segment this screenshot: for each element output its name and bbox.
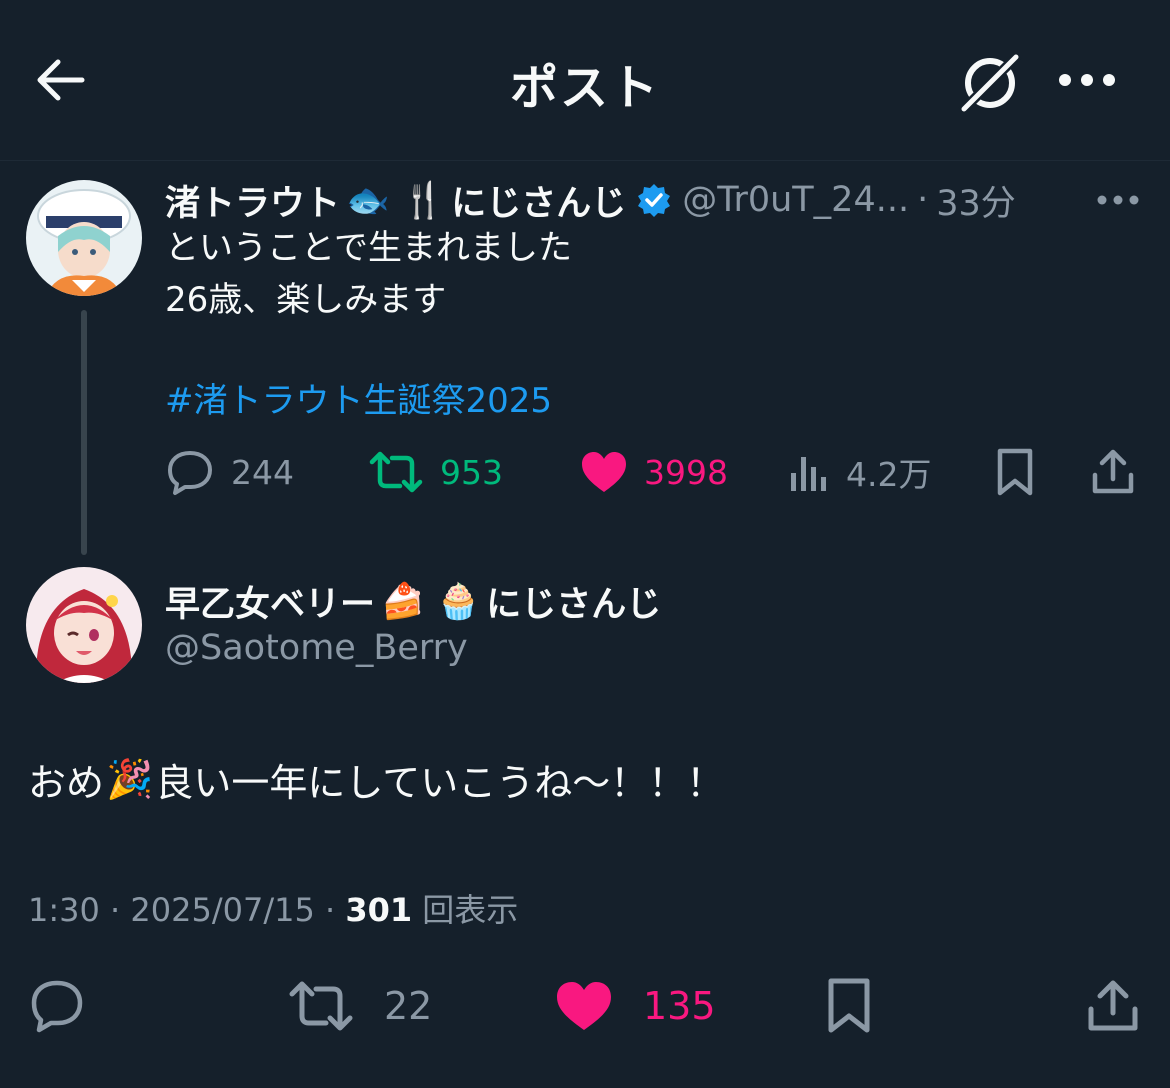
reply-repost-count: 22 [384,984,433,1028]
party-popper-emoji: 🎉 [106,757,154,801]
repost-icon [369,451,423,493]
reply-time[interactable]: 1:30 [28,891,100,929]
reply-like-button[interactable]: 135 [555,970,716,1042]
reply-icon [168,451,212,495]
repost-icon [289,981,353,1031]
reply-view-count: 301 [345,891,413,929]
thread-connector-line [81,310,87,555]
reply-button[interactable]: 244 [165,440,294,504]
more-horizontal-icon [1097,195,1139,205]
reply-meta: 1:30 · 2025/07/15 · 301 回表示 [28,885,518,931]
reply-like-count: 135 [643,984,716,1028]
repost-button[interactable]: 953 [368,440,503,504]
cupcake-emoji: 🧁 [436,581,481,622]
reply-repost-button[interactable]: 22 [288,970,432,1042]
reply-author-row[interactable]: 早乙女ベリー 🍰 🧁 にじさんじ [165,575,661,627]
bookmark-button[interactable] [995,440,1035,504]
reply-text-end: 良い一年にしていこうね〜！！！ [155,761,725,805]
bookmark-icon [997,448,1033,496]
fish-emoji: 🐟 [346,180,390,221]
reply-text: おめ 🎉 良い一年にしていこうね〜！！！ [28,752,724,807]
post-author-avatar[interactable] [26,180,142,296]
bookmark-icon [828,978,870,1033]
reply-text-start: おめ [28,761,105,805]
like-count: 3998 [644,452,728,492]
share-icon [1088,980,1138,1031]
post-author-row[interactable]: 渚トラウト 🐟 🍴 にじさんじ @Tr0uT_24... · 33分 [165,175,1016,225]
reply-icon [31,980,83,1033]
reply-author-name[interactable]: 早乙女ベリー [165,576,375,627]
share-icon [1092,449,1134,494]
more-horizontal-icon [1059,74,1115,86]
grok-icon [958,51,1022,115]
post-text-line-2: 26歳、楽しみます [165,280,447,320]
heart-filled-icon [557,982,611,1030]
reply-reply-button[interactable] [28,970,86,1042]
like-button[interactable]: 3998 [580,440,728,504]
post-more-button[interactable] [1090,180,1146,220]
views-button[interactable]: 4.2万 [788,440,931,504]
analytics-icon [791,457,826,491]
meta-separator: · [917,180,929,220]
reply-view-label: 回表示 [422,891,519,929]
cake-emoji: 🍰 [381,581,425,622]
post-action-bar: 244 953 3998 4.2万 [0,440,1170,504]
reply-bookmark-button[interactable] [826,970,872,1042]
top-bar: ポスト [0,0,1170,161]
view-count: 4.2万 [846,455,932,494]
reply-share-button[interactable] [1086,970,1140,1042]
post-timestamp[interactable]: 33分 [936,175,1016,226]
verified-badge-icon [638,184,671,217]
reply-action-bar: 22 135 [0,970,1170,1042]
grok-button[interactable] [955,48,1025,118]
reply-date[interactable]: 2025/07/15 [130,891,314,929]
post-author-affiliation[interactable]: にじさんじ [451,175,626,226]
share-button[interactable] [1090,440,1136,504]
reply-author-affiliation[interactable]: にじさんじ [486,576,661,627]
post-text-line-1: ということで生まれました [165,228,572,268]
reply-author-avatar[interactable] [26,567,142,683]
more-options-button[interactable] [1055,55,1119,105]
reply-count: 244 [231,452,294,492]
heart-filled-icon [582,452,626,492]
meta-separator: · [110,891,121,929]
meta-separator: · [324,891,336,929]
post-author-name[interactable]: 渚トラウト [165,175,340,226]
repost-count: 953 [440,452,503,492]
fork-knife-emoji: 🍴 [401,180,446,221]
hashtag-link[interactable]: #渚トラウト生誕祭2025 [165,377,552,425]
post-author-handle[interactable]: @Tr0uT_24... [682,180,909,220]
reply-author-handle[interactable]: @Saotome_Berry [165,628,468,668]
